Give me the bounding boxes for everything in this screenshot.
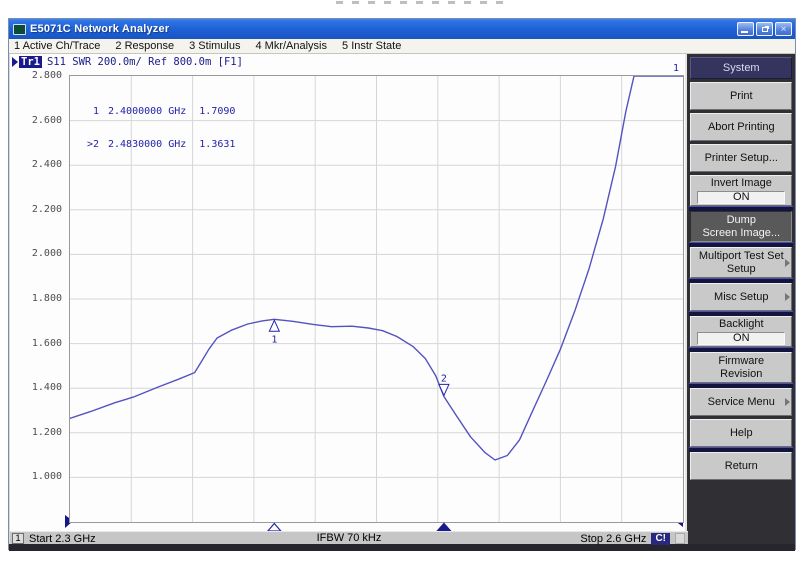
trace-number-label: 1	[673, 63, 679, 74]
y-axis-label: 1.400	[32, 382, 62, 393]
app-icon	[13, 24, 26, 35]
cropped-text-artifact	[336, 1, 508, 4]
y-axis-label: 2.200	[32, 204, 62, 215]
marker-readout-row: >22.4830000 GHz1.3631	[83, 139, 235, 150]
softkey-return[interactable]: Return	[690, 452, 792, 480]
minimize-button[interactable]	[737, 22, 754, 36]
window-title: E5071C Network Analyzer	[30, 23, 737, 35]
toggle-state: ON	[697, 332, 785, 345]
y-axis-label: 1.600	[32, 338, 62, 349]
app-window: E5071C Network Analyzer × 1 Active Ch/Tr…	[8, 18, 796, 550]
softkey-multiport-test-set-setup[interactable]: Multiport Test SetSetup	[690, 247, 792, 278]
softkey-menu-title: System	[690, 57, 792, 79]
status-bar: 1 Start 2.3 GHz IFBW 70 kHz Stop 2.6 GHz…	[10, 531, 688, 544]
softkey-dump-screen-image[interactable]: DumpScreen Image...	[690, 211, 792, 242]
toggle-state: ON	[697, 191, 785, 204]
softkey-abort-printing[interactable]: Abort Printing	[690, 113, 792, 141]
window-controls: ×	[737, 22, 792, 36]
softkey-firmware-revision[interactable]: FirmwareRevision	[690, 352, 792, 383]
softkey-invert-image[interactable]: Invert ImageON	[690, 175, 792, 206]
status-right: Stop 2.6 GHz C!	[580, 532, 685, 545]
marker-readout-row: 12.4000000 GHz1.7090	[83, 106, 235, 117]
submenu-arrow-icon	[785, 259, 790, 267]
title-bar: E5071C Network Analyzer ×	[9, 19, 795, 39]
submenu-arrow-icon	[785, 293, 790, 301]
cal-status-badge: C!	[651, 533, 670, 545]
menu-item-1[interactable]: 1 Active Ch/Trace	[14, 40, 100, 52]
softkey-misc-setup[interactable]: Misc Setup	[690, 283, 792, 311]
softkey-print[interactable]: Print	[690, 82, 792, 110]
y-axis-label: 2.600	[32, 115, 62, 126]
y-axis-label: 2.400	[32, 159, 62, 170]
softkey-backlight[interactable]: BacklightON	[690, 316, 792, 347]
menu-item-3[interactable]: 3 Stimulus	[189, 40, 240, 52]
marker-readout: 12.4000000 GHz1.7090 >22.4830000 GHz1.36…	[83, 84, 235, 172]
svg-text:2: 2	[441, 373, 447, 384]
y-axis-label: 2.000	[32, 248, 62, 259]
y-axis-labels: 2.800 2.600 2.400 2.200 2.000 1.800 1.600 1.400…	[10, 54, 65, 544]
bottom-edge-band	[9, 544, 795, 551]
menu-item-5[interactable]: 5 Instr State	[342, 40, 401, 52]
softkey-gap	[690, 480, 792, 483]
stop-frequency-label: Stop 2.6 GHz	[580, 533, 646, 545]
submenu-arrow-icon	[785, 398, 790, 406]
svg-text:1: 1	[271, 334, 277, 345]
menu-bar: 1 Active Ch/Trace 2 Response 3 Stimulus 4 M…	[9, 39, 795, 54]
page: E5071C Network Analyzer × 1 Active Ch/Tr…	[0, 0, 800, 567]
y-axis-label: 1.000	[32, 471, 62, 482]
menu-item-2[interactable]: 2 Response	[115, 40, 174, 52]
y-axis-label: 1.200	[32, 427, 62, 438]
softkey-printer-setup[interactable]: Printer Setup...	[690, 144, 792, 172]
trace-descriptor: S11 SWR 200.0m/ Ref 800.0m [F1]	[47, 56, 243, 68]
menu-item-4[interactable]: 4 Mkr/Analysis	[255, 40, 327, 52]
y-axis-label: 1.800	[32, 293, 62, 304]
y-axis-label: 2.800	[32, 70, 62, 81]
status-end-chip	[675, 533, 685, 544]
instrument-screen: Tr1 S11 SWR 200.0m/ Ref 800.0m [F1] 2.80…	[9, 54, 685, 544]
softkey-list: Print Abort Printing Printer Setup... Inver…	[690, 82, 792, 483]
softkey-sidebar: System Print Abort Printing Printer Setup.…	[685, 54, 795, 544]
close-button[interactable]: ×	[775, 22, 792, 36]
softkey-help[interactable]: Help	[690, 419, 792, 447]
softkey-service-menu[interactable]: Service Menu	[690, 388, 792, 416]
restore-button[interactable]	[756, 22, 773, 36]
